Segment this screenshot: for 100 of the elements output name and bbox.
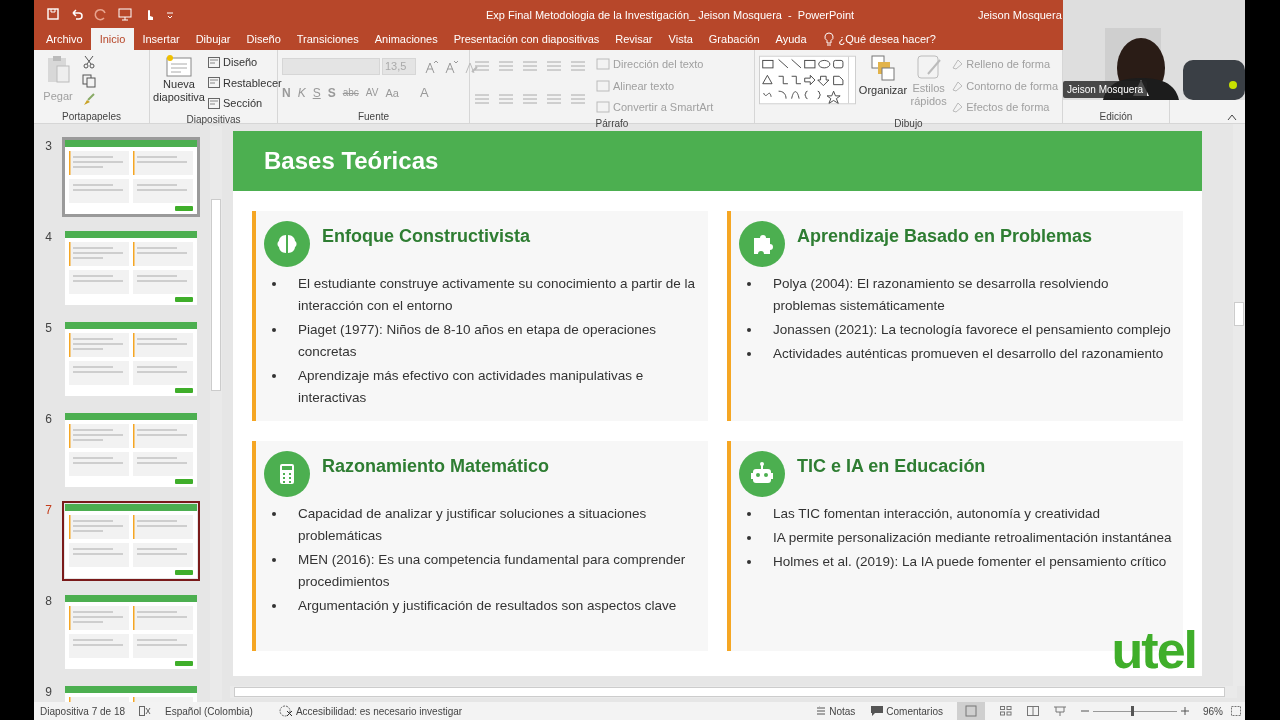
group-label: Fuente [357,110,390,123]
scrollbar[interactable] [230,686,1237,698]
ribbon-tab[interactable]: Animaciones [366,28,446,50]
undo-icon[interactable] [70,7,84,21]
bullet-icon [747,512,751,516]
slideshow-icon[interactable] [1054,706,1066,716]
font-format-button[interactable]: AV [365,85,379,101]
group-label: Edición [1099,110,1133,123]
accessibility-icon[interactable] [278,705,293,717]
bullet-text: Argumentación y justificación de resultados son aspectos clave [298,597,677,615]
bullet-icon [272,512,276,516]
ribbon-tab[interactable]: Presentación con diapositivas [445,28,608,50]
ribbon-tab[interactable]: Revisar [607,28,661,50]
bullet-text: Actividades auténticas promueven el desarrollo del razonamiento [773,345,1164,363]
fit-slide-icon[interactable] [1231,706,1241,716]
slide-thumbnail[interactable] [62,319,200,399]
ribbon-tab[interactable]: Ayuda [767,28,815,50]
card-title: Razonamiento Matemático [322,454,550,478]
justify-icon[interactable] [546,92,562,105]
new-slide-button[interactable]: Nueva diapositiva [154,54,204,112]
slide-icon [165,54,193,78]
notes-icon[interactable] [816,706,827,716]
collapse-ribbon-icon[interactable] [1227,113,1237,121]
grow-font-icon[interactable] [424,59,438,74]
bullet-icon [747,328,751,332]
bullet-text: MEN (2016): Es una competencia fundamental para comprender procedimientos [298,551,687,591]
cut-icon[interactable] [82,55,96,69]
font-name-field[interactable] [282,58,380,75]
card-title: Enfoque Constructivista [322,224,531,248]
brush-icon[interactable] [82,93,96,107]
ribbon-tab[interactable]: Vista [660,28,701,50]
spell-check-icon[interactable] [139,706,152,716]
logo: utel [1111,622,1196,678]
ribbon-command[interactable]: Diseño [208,54,282,71]
arrange-button[interactable]: Organizar [860,54,906,116]
ribbon-tab[interactable]: Insertar [134,28,188,50]
scrollbar[interactable] [1233,124,1245,686]
bullet-text: Jonassen (2021): La tecnología favorece el pensamiento complejo [773,321,1171,339]
shrink-font-icon[interactable] [444,59,458,74]
robot-icon [739,451,785,497]
bullet-text: El estudiante construye activamente su conocimiento a partir de la interacción con el entorno [298,275,696,315]
paint-icon [951,79,964,92]
group-label: Diapositivas [186,112,241,126]
slide-counter: Diapositiva 7 de 18 [40,704,126,719]
scrollbar[interactable] [210,126,222,700]
ribbon-command[interactable]: Sección [208,95,282,112]
slide-thumbnail[interactable] [62,501,200,581]
group-label: Dibujo [894,116,923,130]
ribbon-tab[interactable]: Transiciones [288,28,367,50]
slide-title: Bases Teóricas [264,146,439,176]
bullet-icon [747,352,751,356]
accessibility-status[interactable]: Accesibilidad: es necesario investigar [295,703,463,719]
ribbon-tab[interactable]: Grabación [700,28,768,50]
presenter-icon[interactable] [118,7,132,21]
tell-me-field[interactable]: ¿Qué desea hacer? [838,30,936,48]
bullet-text: Aprendizaje más efectivo con actividades manipulativas e interactivas [298,367,645,407]
language-label[interactable]: Español (Colombia) [165,703,253,719]
notes-button[interactable]: Notas [829,703,856,719]
font-format-button[interactable]: abc [342,85,359,101]
slide-thumbnail[interactable] [62,137,200,217]
group-label: Portapapeles [62,110,121,123]
card-title: TIC e IA en Educación [797,454,986,478]
paint-icon [951,101,964,114]
zoom-level[interactable]: 96% [1203,703,1223,719]
zoom-out-icon[interactable] [1081,707,1089,715]
ribbon-tab[interactable]: Inicio [90,28,135,50]
ribbon-command[interactable]: Restablecer [208,74,282,91]
bullet-text: IA permite personalización mediante retroalimentación instantánea [773,529,1172,547]
comment-icon[interactable] [871,706,884,716]
card-title: Aprendizaje Basado en Problemas [797,224,1093,248]
bullet-icon [272,282,276,286]
bullet-icon [272,604,276,608]
brush-icon [915,54,942,82]
zoom-in-icon[interactable] [1181,707,1189,715]
slide-thumbnail[interactable] [62,410,200,490]
slide-thumbnail[interactable] [62,228,200,308]
save-icon[interactable] [46,7,60,21]
font-format-button[interactable]: K [297,83,306,102]
brain-icon [264,221,310,267]
bullet-text: Capacidad de analizar y justificar soluciones a situaciones problemáticas [298,505,648,545]
slide-number: 5 [44,320,53,337]
calculator-icon [264,451,310,497]
camera-name-label: Jeison Mosquera [1063,81,1148,98]
slide-thumbnail[interactable] [62,592,200,672]
book-icon[interactable] [1027,706,1039,716]
bullet-text: Polya (2004): El razonamiento se desarrolla resolviendo problemas sistemáticamente [773,275,1110,315]
bullet-icon [272,328,276,332]
lightbulb-icon[interactable] [822,32,835,46]
ribbon-tab[interactable]: Diseño [238,28,289,50]
ribbon-tab[interactable]: Archivo [38,28,91,50]
ribbon-tab[interactable]: Dibujar [187,28,239,50]
redo-icon[interactable] [94,7,108,21]
copy-icon[interactable] [82,74,96,88]
grid-view-icon[interactable] [1000,706,1012,716]
normal-view-icon[interactable] [957,702,985,720]
comments-button[interactable]: Comentarios [886,703,943,719]
slide-number: 9 [44,684,53,701]
bullet-icon [747,282,751,286]
layout-icon [208,97,220,109]
zoom-slider[interactable] [1131,706,1135,716]
